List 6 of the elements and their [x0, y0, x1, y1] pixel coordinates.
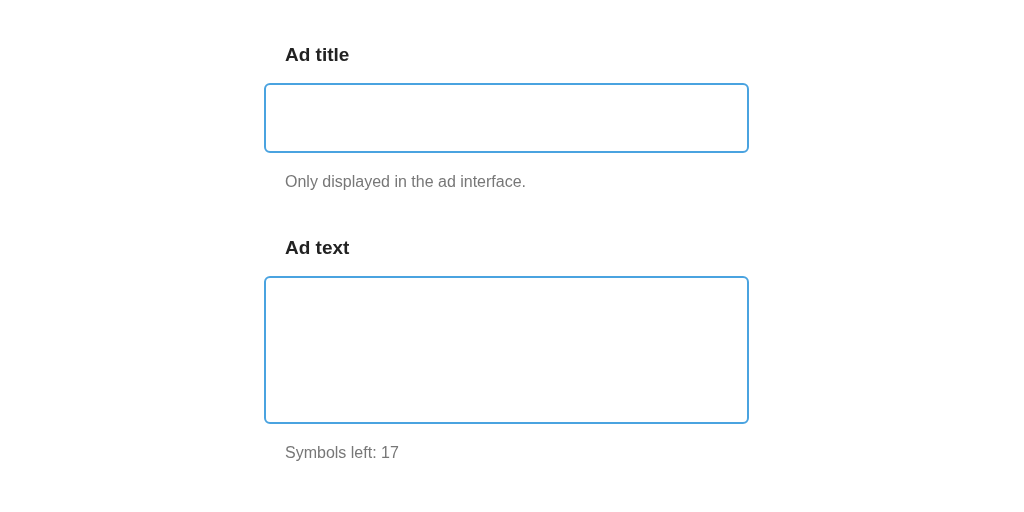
- field-label: Ad text: [285, 237, 350, 259]
- helper-text: Symbols left: 17: [285, 444, 399, 462]
- text-area[interactable]: [264, 276, 749, 424]
- helper-text: Only displayed in the ad interface.: [285, 173, 527, 191]
- field-label: Ad title: [285, 44, 350, 66]
- text-field[interactable]: [264, 83, 749, 153]
